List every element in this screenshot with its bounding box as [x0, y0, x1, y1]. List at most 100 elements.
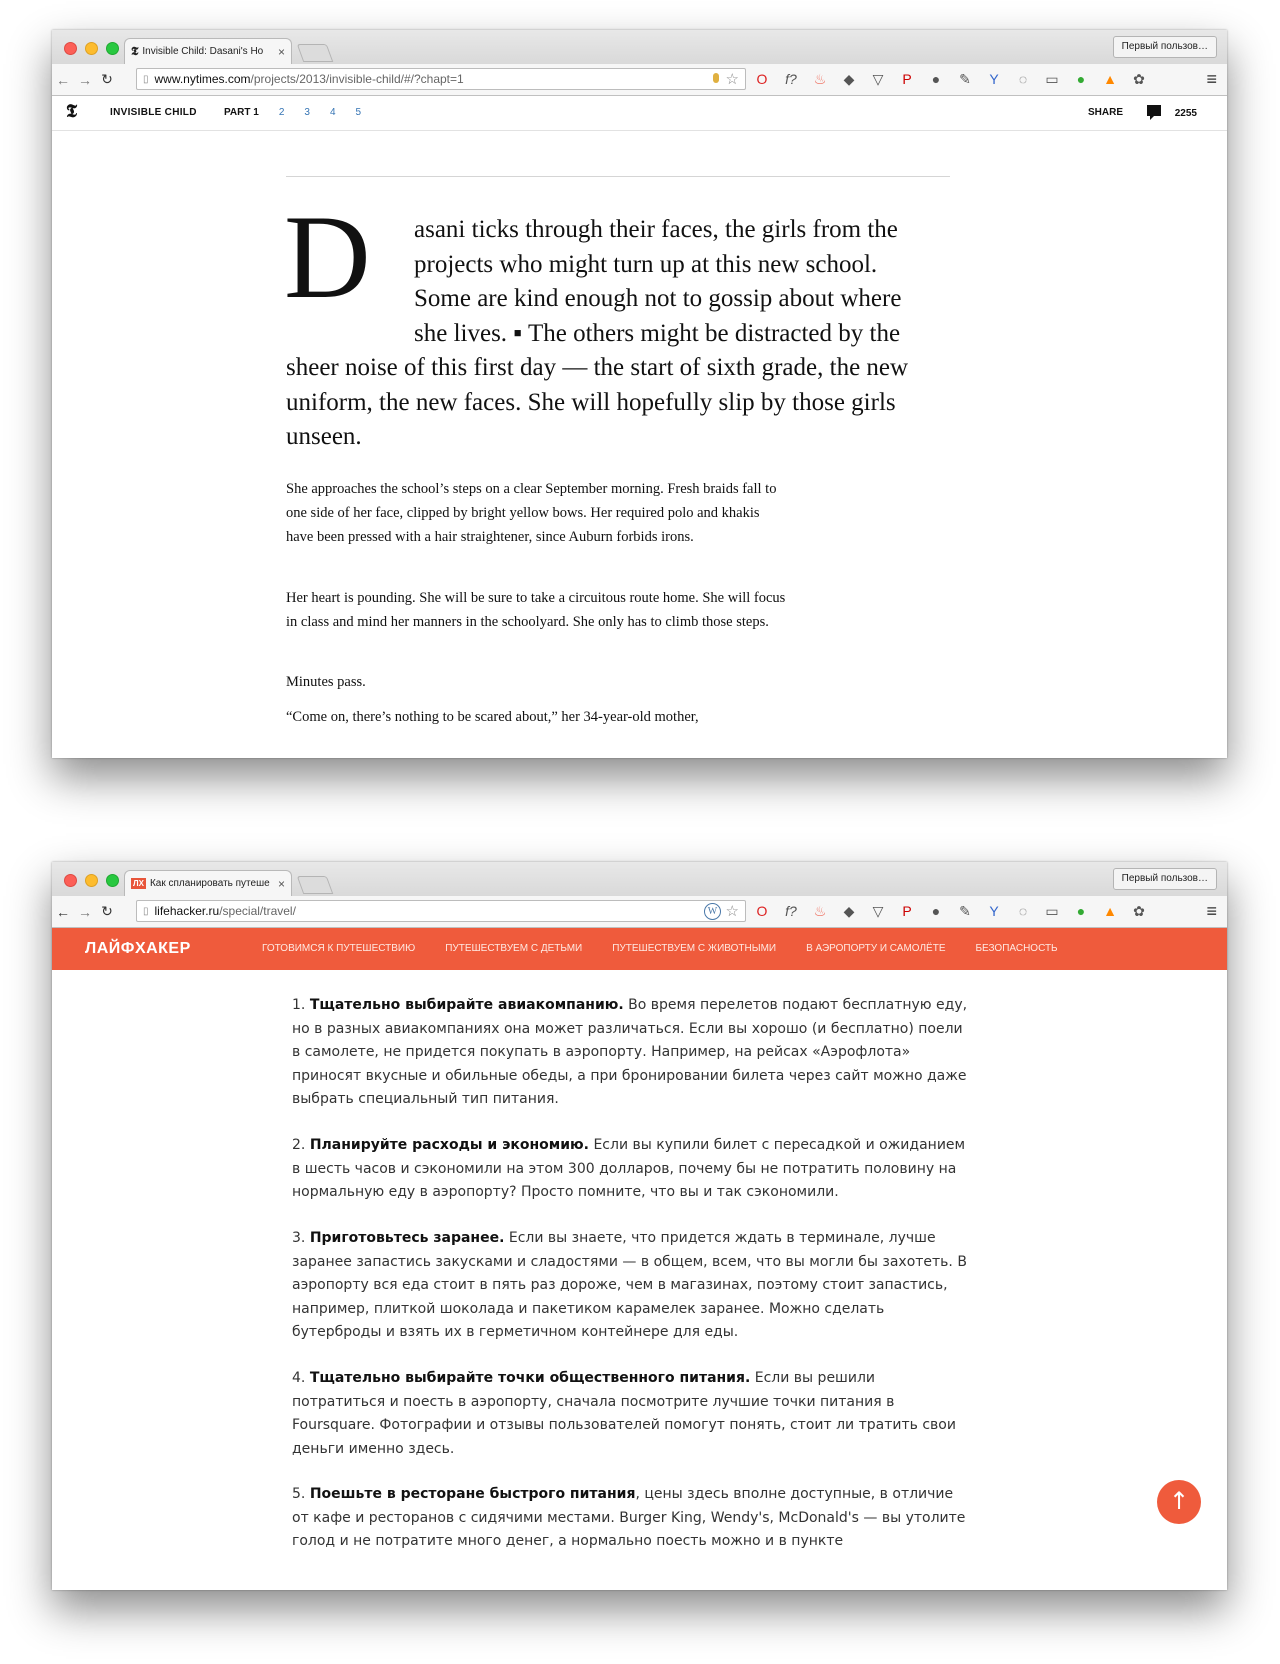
- nav-with-children[interactable]: ПУТЕШЕСТВУЕМ С ДЕТЬМИ: [445, 943, 582, 954]
- paragraph: Her heart is pounding. She will be sure …: [286, 590, 786, 630]
- minimize-window-button[interactable]: [85, 42, 98, 55]
- tab-bar: ЛХ Как спланировать путеше × Первый поль…: [52, 862, 1227, 896]
- back-icon[interactable]: ←: [52, 72, 74, 88]
- y-icon[interactable]: Y: [984, 901, 1004, 921]
- chat-icon[interactable]: ●: [1071, 69, 1091, 89]
- lede-line: asani ticks through their faces, the gir…: [414, 216, 898, 243]
- sync-icon[interactable]: ◌: [1013, 901, 1033, 921]
- sync-icon[interactable]: ◌: [1013, 69, 1033, 89]
- forward-icon[interactable]: →: [74, 72, 96, 88]
- pocket-icon[interactable]: ▽: [868, 901, 888, 921]
- close-window-button[interactable]: [64, 42, 77, 55]
- new-tab-button[interactable]: [296, 876, 334, 894]
- opera-icon[interactable]: O: [752, 69, 772, 89]
- comment-count[interactable]: 2255: [1175, 108, 1197, 119]
- evernote-icon[interactable]: ◆: [839, 69, 859, 89]
- forward-icon[interactable]: →: [74, 904, 96, 920]
- lifehacker-favicon-icon: ЛХ: [131, 878, 146, 889]
- lede-line: Some are kind enough not to gossip about…: [414, 285, 902, 312]
- minimize-window-button[interactable]: [85, 874, 98, 887]
- url-host: lifehacker.ru: [154, 904, 220, 918]
- lifehacker-header: ЛАЙФХАКЕР ГОТОВИМСЯ К ПУТЕШЕСТВИЮ ПУТЕШЕ…: [52, 928, 1227, 970]
- part-5-link[interactable]: 5: [356, 107, 362, 118]
- list-item: 3. Приготовьтесь заранее. Если вы знаете…: [292, 1230, 967, 1340]
- lede-rest: sheer noise of this first day — the star…: [286, 354, 909, 450]
- comments-icon[interactable]: [1147, 105, 1161, 120]
- chart-icon[interactable]: ▲: [1100, 69, 1120, 89]
- wordpress-icon[interactable]: W: [704, 903, 721, 920]
- pocket-icon[interactable]: ▽: [868, 69, 888, 89]
- part-3-link[interactable]: 3: [304, 107, 310, 118]
- tab-bar: 𝕿 Invisible Child: Dasani's Ho × Первый …: [52, 30, 1227, 64]
- list-item: 5. Поешьте в ресторане быстрого питания,…: [292, 1486, 966, 1549]
- scroll-to-top-button[interactable]: ↑: [1157, 1480, 1201, 1524]
- eyedropper-icon[interactable]: ✎: [955, 69, 975, 89]
- zoom-window-button[interactable]: [106, 42, 119, 55]
- address-bar[interactable]: ▯ lifehacker.ru /special/travel/ W ☆: [136, 900, 746, 922]
- section-title[interactable]: INVISIBLE CHILD: [110, 107, 197, 118]
- opera-icon[interactable]: O: [752, 901, 772, 921]
- nav-preparation[interactable]: ГОТОВИМСЯ К ПУТЕШЕСТВИЮ: [262, 943, 415, 954]
- back-icon[interactable]: ←: [52, 904, 74, 920]
- star-icon[interactable]: ☆: [726, 902, 739, 920]
- fire-icon[interactable]: ♨: [810, 69, 830, 89]
- profile-button[interactable]: Первый пользов…: [1112, 868, 1217, 890]
- formula-icon[interactable]: f?: [781, 901, 801, 921]
- paragraph: Minutes pass.: [286, 674, 366, 690]
- url-path: /projects/2013/invisible-child/#/?chapt=…: [250, 72, 464, 86]
- y-icon[interactable]: Y: [984, 69, 1004, 89]
- camera-icon[interactable]: ●: [926, 901, 946, 921]
- close-window-button[interactable]: [64, 874, 77, 887]
- tab-close-icon[interactable]: ×: [278, 45, 285, 59]
- part-1-link[interactable]: PART 1: [224, 107, 259, 118]
- evernote-icon[interactable]: ◆: [839, 901, 859, 921]
- nav-safety[interactable]: БЕЗОПАСНОСТЬ: [975, 943, 1057, 954]
- paragraph: “Come on, there’s nothing to be scared a…: [286, 709, 699, 725]
- paw-icon[interactable]: ✿: [1129, 69, 1149, 89]
- eyedropper-icon[interactable]: ✎: [955, 901, 975, 921]
- browser-tab[interactable]: 𝕿 Invisible Child: Dasani's Ho ×: [124, 38, 292, 64]
- url-path: /special/travel/: [219, 904, 296, 918]
- browser-tab[interactable]: ЛХ Как спланировать путеше ×: [124, 870, 292, 896]
- reload-icon[interactable]: ↻: [96, 903, 118, 920]
- part-4-link[interactable]: 4: [330, 107, 336, 118]
- pinterest-icon[interactable]: P: [897, 69, 917, 89]
- fire-icon[interactable]: ♨: [810, 901, 830, 921]
- list-item: 2. Планируйте расходы и экономию. Если в…: [292, 1137, 966, 1200]
- address-bar[interactable]: ▯ www.nytimes.com /projects/2013/invisib…: [136, 68, 746, 90]
- extension-icons: O f? ♨ ◆ ▽ P ● ✎ Y ◌ ▭ ● ▲ ✿: [752, 69, 1149, 89]
- list-item: 4. Тщательно выбирайте точки общественно…: [292, 1370, 956, 1457]
- article-body: 1. Тщательно выбирайте авиакомпанию. Во …: [52, 970, 1227, 1590]
- reload-icon[interactable]: ↻: [96, 71, 118, 88]
- reader-icon[interactable]: ▭: [1042, 901, 1062, 921]
- tab-title: Invisible Child: Dasani's Ho: [142, 46, 264, 57]
- pinterest-icon[interactable]: P: [897, 901, 917, 921]
- nav-airport[interactable]: В АЭРОПОРТУ И САМОЛЁТЕ: [806, 943, 945, 954]
- section-navigation: ГОТОВИМСЯ К ПУТЕШЕСТВИЮ ПУТЕШЕСТВУЕМ С Д…: [262, 943, 1058, 954]
- share-button[interactable]: SHARE: [1088, 107, 1123, 118]
- reader-icon[interactable]: ▭: [1042, 69, 1062, 89]
- chat-icon[interactable]: ●: [1071, 901, 1091, 921]
- new-tab-button[interactable]: [296, 44, 334, 62]
- paw-icon[interactable]: ✿: [1129, 901, 1149, 921]
- menu-icon[interactable]: ≡: [1206, 901, 1217, 922]
- star-icon[interactable]: ☆: [726, 70, 739, 88]
- lede-line: she lives. ▪ The others might be distrac…: [414, 319, 901, 347]
- browser-window-lifehacker: ЛХ Как спланировать путеше × Первый поль…: [52, 862, 1227, 1590]
- chart-icon[interactable]: ▲: [1100, 901, 1120, 921]
- divider: [286, 176, 950, 177]
- lifehacker-logo[interactable]: ЛАЙФХАКЕР: [85, 940, 191, 958]
- zoom-window-button[interactable]: [106, 874, 119, 887]
- tab-close-icon[interactable]: ×: [278, 877, 285, 891]
- part-2-link[interactable]: 2: [279, 107, 285, 118]
- page-icon: ▯: [143, 905, 149, 917]
- formula-icon[interactable]: f?: [781, 69, 801, 89]
- nav-with-pets[interactable]: ПУТЕШЕСТВУЕМ С ЖИВОТНЫМИ: [612, 943, 776, 954]
- profile-button[interactable]: Первый пользов…: [1112, 36, 1217, 58]
- camera-icon[interactable]: ●: [926, 69, 946, 89]
- nyt-logo-icon[interactable]: 𝕿: [66, 101, 77, 122]
- window-controls: [64, 874, 119, 887]
- tab-title: Как спланировать путеше: [149, 878, 270, 889]
- paragraph: She approaches the school’s steps on a c…: [286, 481, 777, 545]
- menu-icon[interactable]: ≡: [1206, 69, 1217, 90]
